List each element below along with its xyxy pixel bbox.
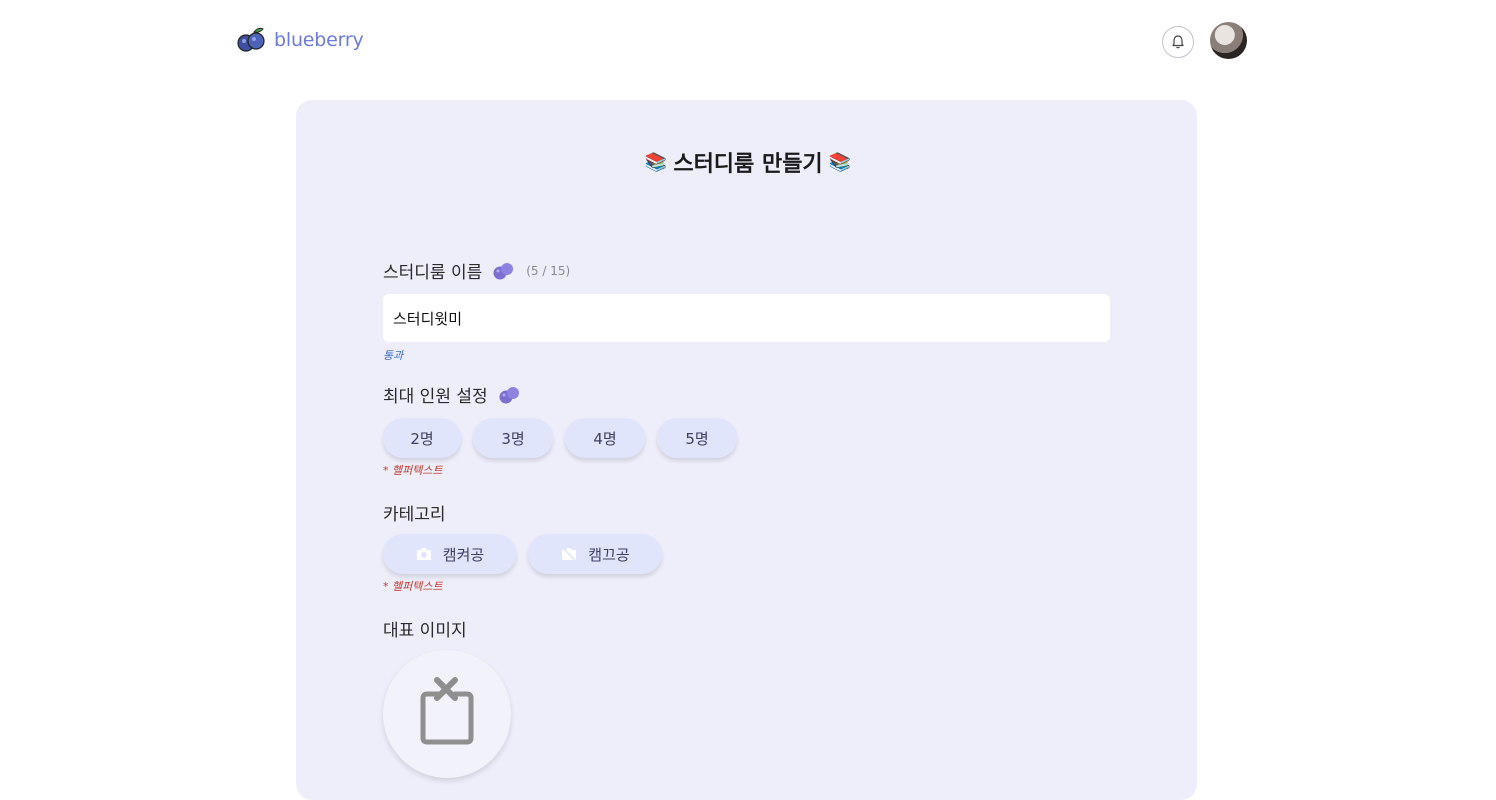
capacity-option-label: 3명 xyxy=(501,429,525,448)
capacity-option-label: 2명 xyxy=(410,429,434,448)
char-counter: (5 / 15) xyxy=(526,263,571,278)
category-option-cam-on[interactable]: 캠켜공 xyxy=(383,534,516,574)
image-label: 대표 이미지 xyxy=(383,616,467,641)
bell-icon xyxy=(1172,35,1184,49)
capacity-option-label: 5명 xyxy=(685,429,709,448)
capacity-label-text: 최대 인원 설정 xyxy=(383,387,488,407)
capacity-option-4[interactable]: 4명 xyxy=(565,418,645,458)
room-name-label-text: 스터디룸 이름 xyxy=(383,263,483,283)
image-upload-button[interactable] xyxy=(383,650,511,778)
room-name-label: 스터디룸 이름 (5 / 15) xyxy=(383,258,570,283)
category-label: 카테고리 xyxy=(383,500,446,525)
category-label-text: 카테고리 xyxy=(383,505,446,525)
camera-icon xyxy=(416,548,431,560)
image-label-text: 대표 이미지 xyxy=(383,621,467,641)
notification-button[interactable] xyxy=(1162,26,1194,58)
no-image-icon xyxy=(420,677,474,745)
capacity-helper: * 헬퍼텍스트 xyxy=(383,464,443,477)
capacity-option-5[interactable]: 5명 xyxy=(657,418,737,458)
category-helper: * 헬퍼텍스트 xyxy=(383,580,443,593)
blueberry-logo-icon xyxy=(237,27,265,52)
brand-logo[interactable]: blueberry xyxy=(236,24,364,56)
capacity-option-3[interactable]: 3명 xyxy=(473,418,553,458)
capacity-option-2[interactable]: 2명 xyxy=(383,418,461,458)
category-option-cam-off[interactable]: 캠끄공 xyxy=(528,534,662,574)
capacity-label: 최대 인원 설정 xyxy=(383,382,520,407)
category-option-label: 캠켜공 xyxy=(442,545,485,564)
page-title: 📚 스터디룸 만들기 📚 xyxy=(0,146,1496,178)
user-avatar[interactable] xyxy=(1210,22,1247,59)
books-icon: 📚 xyxy=(828,151,852,173)
brand-name: blueberry xyxy=(274,29,364,51)
top-header: blueberry xyxy=(0,0,1496,80)
books-icon: 📚 xyxy=(644,151,668,173)
room-name-input[interactable] xyxy=(383,294,1110,342)
capacity-option-label: 4명 xyxy=(593,429,617,448)
camera-off-icon xyxy=(562,547,577,562)
blueberry-icon xyxy=(499,386,519,403)
blueberry-icon xyxy=(493,262,514,279)
page-title-text: 스터디룸 만들기 xyxy=(673,152,823,177)
category-option-label: 캠끄공 xyxy=(588,545,630,564)
room-name-helper: 통과 xyxy=(383,349,404,362)
